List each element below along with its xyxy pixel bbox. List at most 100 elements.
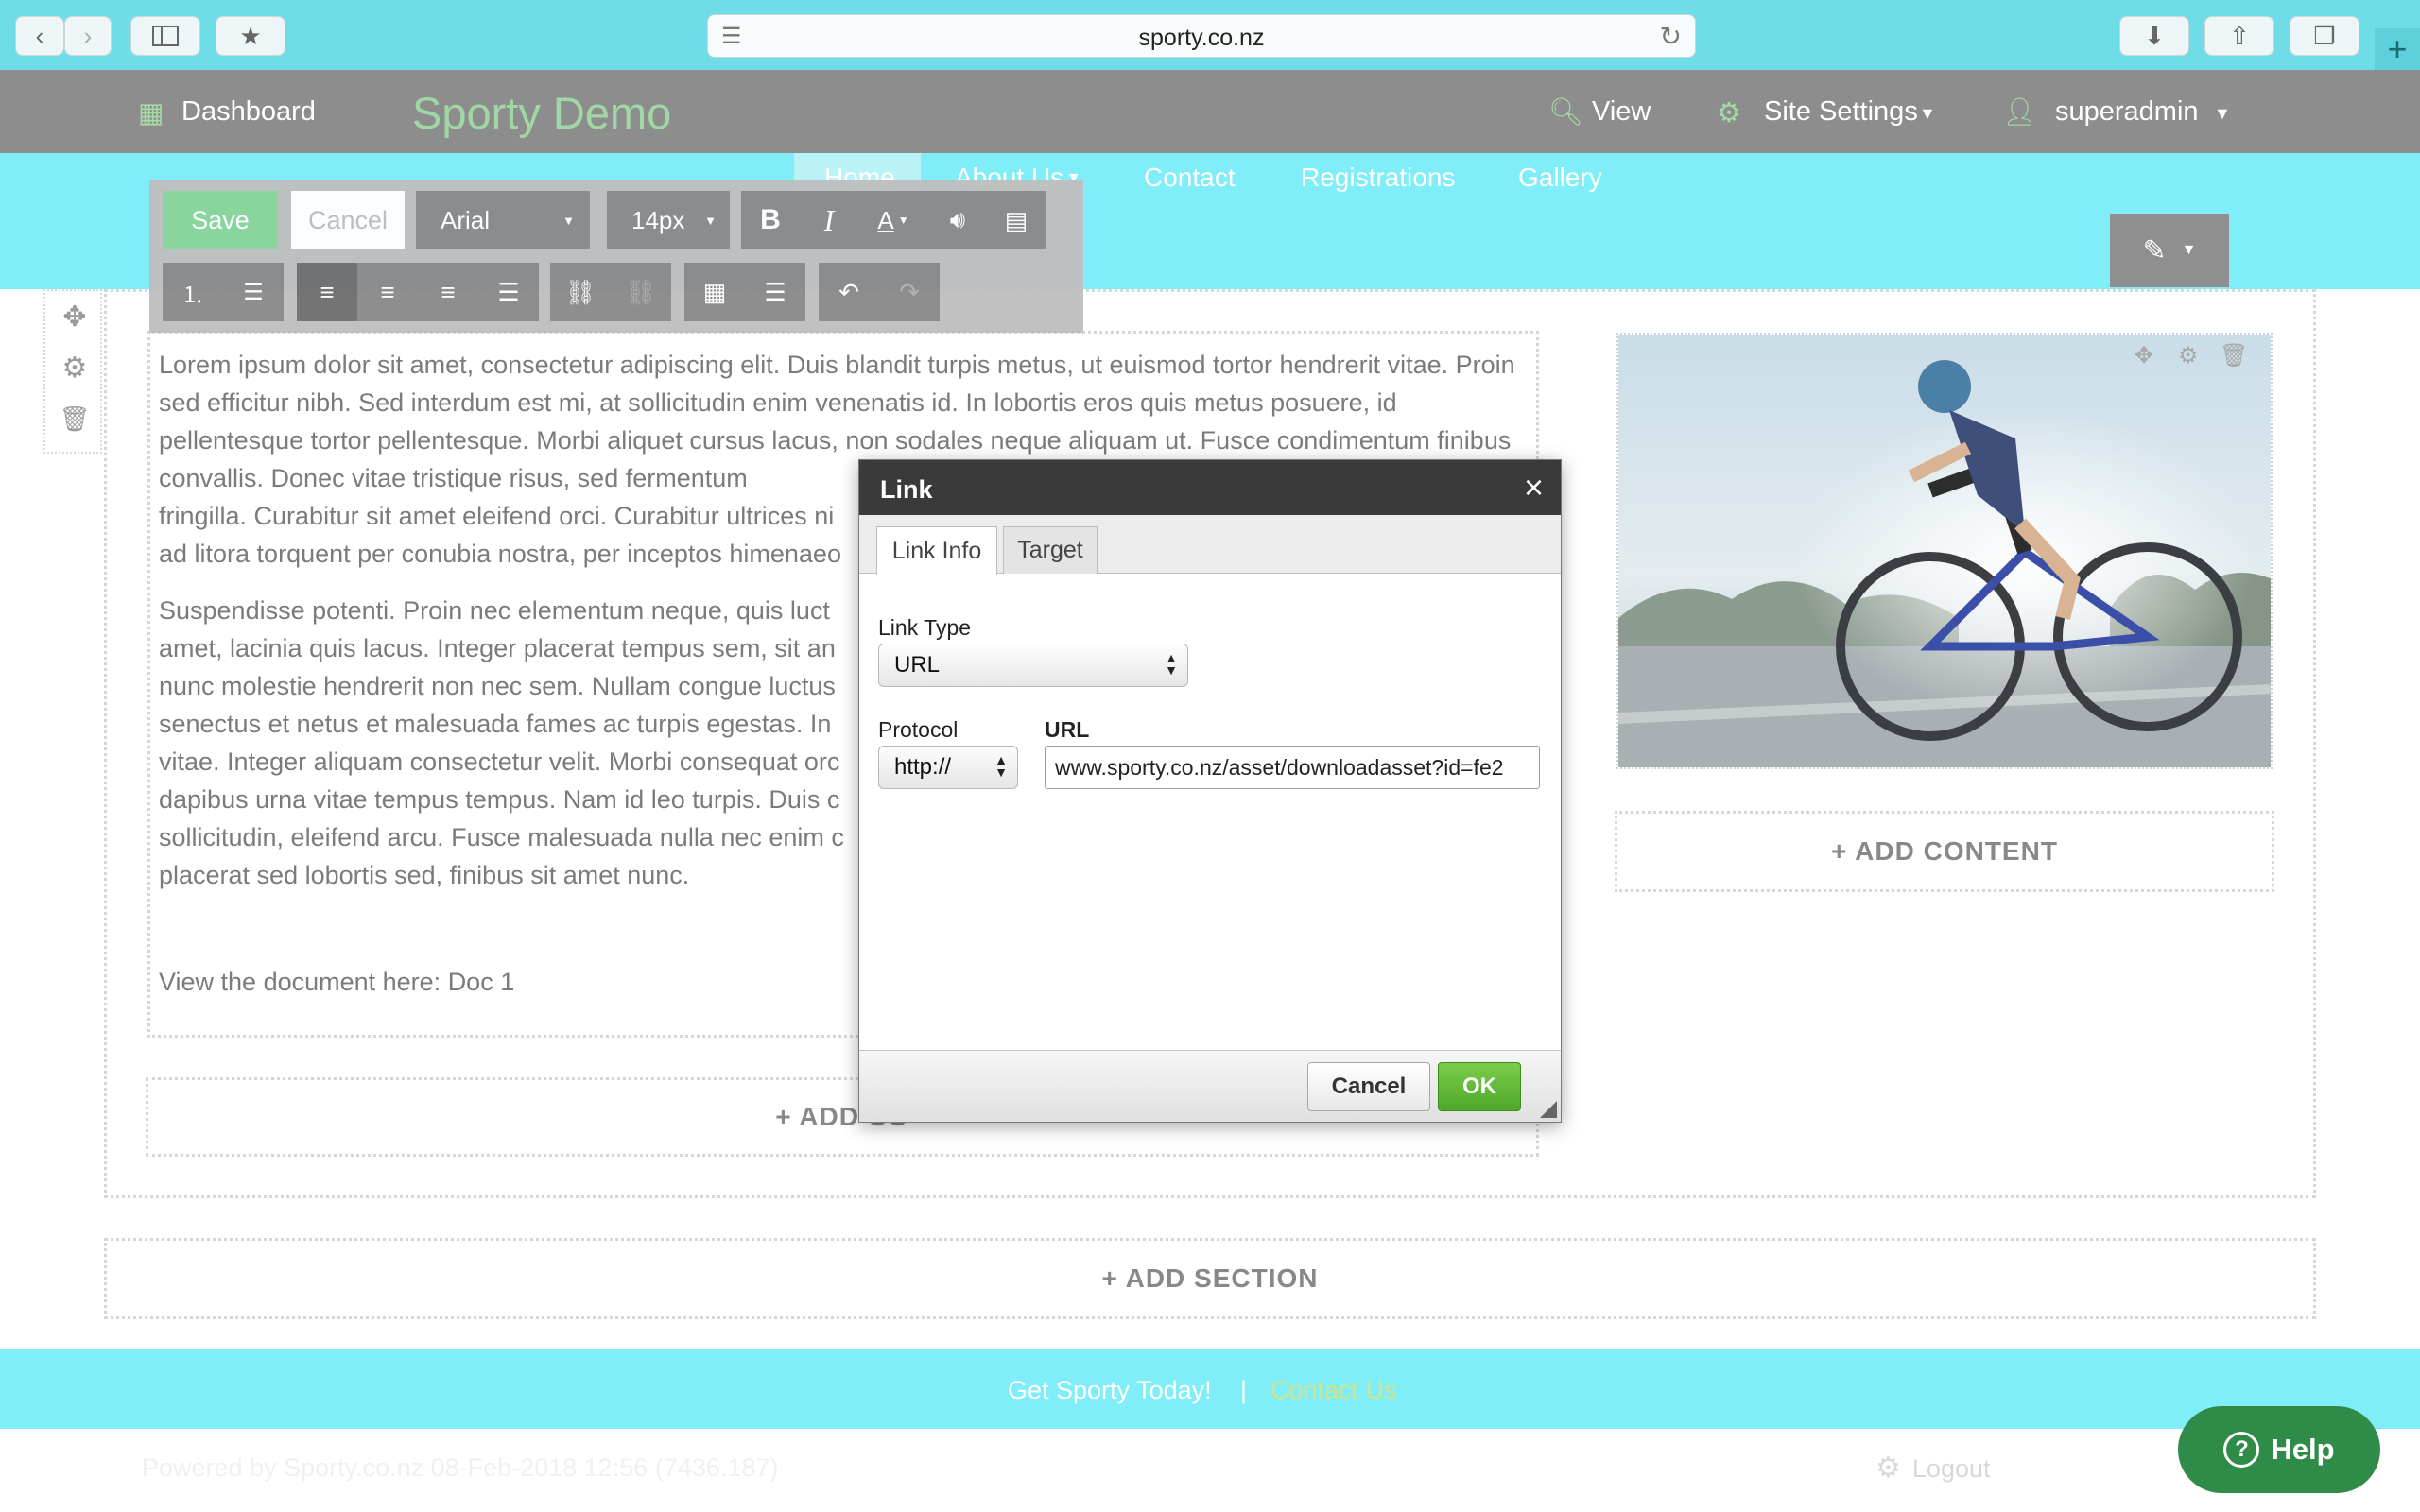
align-left-icon[interactable]: ≡ bbox=[297, 263, 357, 321]
footer-get-sporty-link[interactable]: Get Sporty Today! bbox=[1008, 1376, 1212, 1405]
cancel-button[interactable]: Cancel bbox=[291, 191, 405, 249]
gear-icon: ⚙ bbox=[1717, 98, 1741, 129]
help-label: Help bbox=[2271, 1433, 2335, 1466]
redo-icon[interactable]: ↷ bbox=[879, 263, 940, 321]
url-label: URL bbox=[1045, 717, 1090, 742]
trash-icon[interactable]: 🗑︎ bbox=[59, 404, 91, 437]
pencil-icon: ✎ bbox=[2142, 234, 2167, 266]
gears-icon: ⚙ bbox=[1876, 1452, 1901, 1484]
unlink-icon[interactable]: ⛓ bbox=[611, 263, 671, 321]
gear-icon[interactable]: ⚙ bbox=[2178, 342, 2199, 369]
forward-icon[interactable]: › bbox=[64, 16, 112, 56]
url-input[interactable]: www.sporty.co.nz/asset/downloadasset?id=… bbox=[1045, 746, 1540, 789]
dialog-ok-button[interactable]: OK bbox=[1438, 1062, 1521, 1111]
footer-separator: | bbox=[1240, 1376, 1248, 1404]
address-bar[interactable]: ☰ sporty.co.nz ↻ bbox=[707, 14, 1696, 58]
dialog-header[interactable]: Link × bbox=[859, 460, 1561, 515]
user-menu[interactable]: superadmin bbox=[2055, 96, 2199, 128]
tab-target[interactable]: Target bbox=[1003, 526, 1098, 574]
link-icon[interactable]: ⛓ bbox=[550, 263, 611, 321]
chevron-down-icon: ▼ bbox=[704, 213, 717, 228]
dialog-cancel-button[interactable]: Cancel bbox=[1307, 1062, 1430, 1111]
protocol-value: http:// bbox=[894, 754, 952, 780]
ordered-list-icon[interactable]: ⒈ bbox=[163, 263, 223, 321]
audio-icon[interactable]: 🔊︎ bbox=[928, 191, 987, 249]
font-family-select[interactable]: Arial ▼ bbox=[416, 191, 590, 249]
link-type-select[interactable]: URL ▲ ▼ bbox=[878, 644, 1188, 687]
align-justify-icon[interactable]: ☰ bbox=[478, 263, 539, 321]
document-link-line[interactable]: View the document here: Doc 1 bbox=[159, 968, 514, 997]
move-icon[interactable]: ✥ bbox=[59, 301, 91, 333]
back-icon[interactable]: ‹ bbox=[15, 16, 64, 56]
site-title[interactable]: Sporty Demo bbox=[412, 87, 671, 139]
move-icon[interactable]: ✥ bbox=[2135, 342, 2153, 369]
image-block[interactable]: ✥ ⚙ 🗑︎ bbox=[1616, 333, 2273, 769]
align-center-icon[interactable]: ≡ bbox=[357, 263, 418, 321]
cyclist-photo bbox=[1618, 335, 2271, 767]
protocol-label: Protocol bbox=[878, 717, 959, 742]
share-icon[interactable]: ⇧ bbox=[2204, 16, 2274, 56]
admin-bar: ▦ Dashboard Sporty Demo 🔍︎ View ⚙ Site S… bbox=[0, 70, 2420, 153]
powered-by-text: Powered by Sporty.co.nz 08-Feb-2018 12:5… bbox=[142, 1453, 779, 1482]
new-tab-icon[interactable]: + bbox=[2375, 28, 2420, 70]
dashboard-link[interactable]: Dashboard bbox=[182, 96, 316, 128]
dialog-title: Link bbox=[880, 475, 933, 504]
gear-icon[interactable]: ⚙ bbox=[59, 352, 91, 384]
search-icon: 🔍︎ bbox=[1548, 97, 1583, 128]
align-right-icon[interactable]: ≡ bbox=[418, 263, 478, 321]
dialog-footer: Cancel OK bbox=[859, 1050, 1561, 1122]
chevron-down-icon: ▼ bbox=[1919, 104, 1936, 123]
add-content-button-right[interactable]: + ADD CONTENT bbox=[1615, 811, 2274, 892]
chevron-down-icon: ▼ bbox=[2181, 242, 2197, 258]
site-settings-menu[interactable]: Site Settings bbox=[1764, 96, 1918, 128]
horizontal-rule-icon[interactable]: ☰ bbox=[745, 263, 805, 321]
nav-registrations[interactable]: Registrations bbox=[1301, 163, 1455, 193]
dashboard-icon: ▦ bbox=[138, 98, 164, 129]
bullet-list-icon[interactable]: ☰ bbox=[223, 263, 284, 321]
browser-toolbar: ‹ › ★ ☰ sporty.co.nz ↻ ⬇ ⇧ ❐ + bbox=[0, 0, 2420, 70]
font-size-select[interactable]: 14px ▼ bbox=[607, 191, 730, 249]
add-section-button[interactable]: + ADD SECTION bbox=[104, 1238, 2316, 1319]
chevron-down-icon: ▼ bbox=[562, 213, 575, 228]
link-dialog: Link × Link Info Target Link Type URL ▲ ▼… bbox=[858, 459, 1562, 1123]
font-family-value: Arial bbox=[441, 205, 491, 234]
close-icon[interactable]: × bbox=[1524, 468, 1544, 507]
tabs-icon[interactable]: ❐ bbox=[2290, 16, 2360, 56]
question-icon: ? bbox=[2223, 1432, 2260, 1468]
logout-link[interactable]: ⚙ Logout bbox=[1876, 1452, 1991, 1485]
resize-handle-icon[interactable] bbox=[1540, 1101, 1557, 1118]
reload-icon[interactable]: ↻ bbox=[1660, 21, 1682, 52]
link-type-value: URL bbox=[894, 652, 941, 678]
save-button[interactable]: Save bbox=[163, 191, 278, 249]
text-color-icon[interactable]: A ▼ bbox=[858, 191, 928, 249]
tab-link-info[interactable]: Link Info bbox=[876, 526, 997, 575]
logout-label: Logout bbox=[1911, 1454, 1991, 1483]
view-link[interactable]: View bbox=[1592, 96, 1651, 128]
help-button[interactable]: ? Help bbox=[2178, 1406, 2380, 1493]
footer-band: Get Sporty Today! | Contact Us bbox=[0, 1349, 2420, 1429]
dialog-tabs: Link Info Target bbox=[859, 515, 1561, 575]
link-type-label: Link Type bbox=[878, 615, 972, 640]
font-size-value: 14px bbox=[631, 205, 685, 234]
sidebar-icon[interactable] bbox=[130, 16, 200, 56]
undo-icon[interactable]: ↶ bbox=[819, 263, 879, 321]
select-arrows-icon: ▲ ▼ bbox=[1165, 650, 1178, 678]
add-content-label: + ADD CONTENT bbox=[1831, 836, 2058, 866]
section-tools: ✥ ⚙ 🗑︎ bbox=[43, 289, 102, 454]
bookmarks-icon[interactable]: ★ bbox=[216, 16, 285, 56]
nav-contact[interactable]: Contact bbox=[1144, 163, 1236, 193]
select-arrows-icon: ▲ ▼ bbox=[994, 752, 1008, 780]
address-text: sporty.co.nz bbox=[1138, 25, 1265, 51]
italic-icon[interactable]: I bbox=[800, 191, 858, 249]
footer-contact-link[interactable]: Contact Us bbox=[1270, 1376, 1397, 1405]
trash-icon[interactable]: 🗑︎ bbox=[2220, 342, 2248, 369]
nav-gallery[interactable]: Gallery bbox=[1518, 163, 1602, 193]
table-icon[interactable]: ▦ bbox=[684, 263, 745, 321]
user-icon: 👤︎ bbox=[2002, 97, 2037, 128]
rich-text-toolbar: Save Cancel Arial ▼ 14px ▼ B I A ▼ 🔊︎ ▤ ⒈… bbox=[149, 180, 1083, 333]
protocol-select[interactable]: http:// ▲ ▼ bbox=[878, 746, 1018, 789]
edit-page-button[interactable]: ✎ ▼ bbox=[2110, 214, 2229, 287]
bold-icon[interactable]: B bbox=[741, 191, 800, 249]
download-icon[interactable]: ⬇ bbox=[2119, 16, 2189, 56]
source-icon[interactable]: ▤ bbox=[987, 191, 1046, 249]
